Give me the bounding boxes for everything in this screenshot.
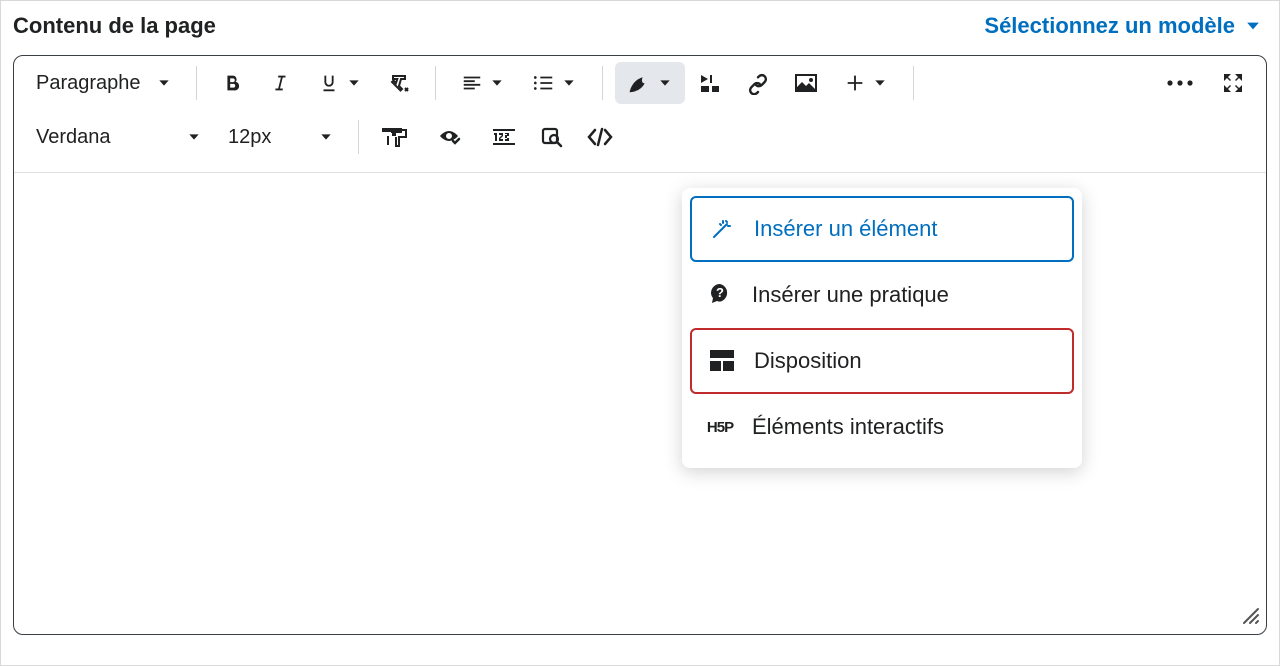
menu-insert-element[interactable]: Insérer un élément bbox=[690, 196, 1074, 262]
resize-icon bbox=[1240, 605, 1260, 625]
link-icon bbox=[746, 71, 770, 95]
clear-format-icon bbox=[388, 71, 412, 95]
separator bbox=[196, 66, 197, 100]
chevron-down-icon bbox=[872, 75, 888, 91]
paragraph-style-select[interactable]: Paragraphe bbox=[24, 62, 184, 104]
paragraph-style-value: Paragraphe bbox=[36, 72, 141, 95]
eye-check-icon bbox=[437, 125, 461, 149]
italic-icon bbox=[269, 72, 291, 94]
insert-content-dropdown: Insérer un élément ? Insérer une pratiqu… bbox=[682, 188, 1082, 468]
h5p-icon: H5P bbox=[706, 419, 734, 436]
menu-item-label: Disposition bbox=[754, 348, 862, 374]
clear-formatting-button[interactable] bbox=[377, 62, 423, 104]
menu-item-label: Insérer une pratique bbox=[752, 282, 949, 308]
chevron-down-icon bbox=[657, 75, 673, 91]
resize-handle[interactable] bbox=[1240, 605, 1260, 630]
insert-content-button[interactable] bbox=[615, 62, 685, 104]
code-icon bbox=[587, 127, 613, 147]
layout-icon bbox=[708, 350, 736, 372]
find-replace-icon bbox=[540, 125, 564, 149]
chevron-down-icon bbox=[561, 75, 577, 91]
chevron-down-icon bbox=[318, 129, 334, 145]
question-cloud-icon: ? bbox=[706, 282, 734, 308]
chevron-down-icon bbox=[1243, 16, 1263, 36]
font-size-select[interactable]: 12px bbox=[216, 116, 346, 158]
separator bbox=[358, 120, 359, 154]
separator bbox=[602, 66, 603, 100]
rich-text-editor: Paragraphe bbox=[13, 55, 1267, 635]
bold-button[interactable] bbox=[209, 62, 255, 104]
bullet-list-icon bbox=[533, 72, 555, 94]
wand-icon bbox=[708, 217, 736, 241]
select-template-link[interactable]: Sélectionnez un modèle bbox=[984, 13, 1263, 39]
find-replace-button[interactable] bbox=[529, 116, 575, 158]
image-button[interactable] bbox=[783, 62, 829, 104]
toolbar-row-1: Paragraphe bbox=[14, 56, 1266, 110]
word-count-button[interactable] bbox=[481, 116, 527, 158]
bold-icon bbox=[221, 72, 243, 94]
chevron-down-icon bbox=[489, 75, 505, 91]
fullscreen-button[interactable] bbox=[1210, 62, 1256, 104]
underline-icon bbox=[318, 72, 340, 94]
source-code-button[interactable] bbox=[577, 116, 623, 158]
plus-icon bbox=[844, 72, 866, 94]
underline-button[interactable] bbox=[305, 62, 375, 104]
accessibility-check-button[interactable] bbox=[419, 116, 479, 158]
menu-layout[interactable]: Disposition bbox=[690, 328, 1074, 394]
format-painter-icon bbox=[387, 125, 411, 149]
font-family-value: Verdana bbox=[36, 126, 111, 149]
select-template-label: Sélectionnez un modèle bbox=[984, 13, 1235, 39]
link-button[interactable] bbox=[735, 62, 781, 104]
image-icon bbox=[793, 72, 819, 94]
separator bbox=[435, 66, 436, 100]
page-title: Contenu de la page bbox=[13, 13, 216, 39]
menu-interactive-elements[interactable]: H5P Éléments interactifs bbox=[690, 394, 1074, 460]
more-actions-button[interactable] bbox=[1152, 62, 1208, 104]
align-left-icon bbox=[461, 72, 483, 94]
font-size-value: 12px bbox=[228, 126, 271, 149]
svg-text:?: ? bbox=[716, 285, 724, 300]
chevron-down-icon bbox=[346, 75, 362, 91]
menu-item-label: Insérer un élément bbox=[754, 216, 937, 242]
separator bbox=[913, 66, 914, 100]
fullscreen-icon bbox=[1221, 71, 1245, 95]
list-button[interactable] bbox=[520, 62, 590, 104]
quill-pen-icon bbox=[627, 71, 651, 95]
plus-more-button[interactable] bbox=[831, 62, 901, 104]
italic-button[interactable] bbox=[257, 62, 303, 104]
menu-item-label: Éléments interactifs bbox=[752, 414, 944, 440]
format-painter-button[interactable] bbox=[371, 116, 417, 158]
word-count-icon bbox=[491, 126, 517, 148]
ellipsis-icon bbox=[1166, 78, 1194, 88]
insert-stuff-icon bbox=[698, 71, 722, 95]
menu-insert-practice[interactable]: ? Insérer une pratique bbox=[690, 262, 1074, 328]
toolbar-row-2: Verdana 12px bbox=[14, 110, 1266, 173]
insert-stuff-button[interactable] bbox=[687, 62, 733, 104]
align-button[interactable] bbox=[448, 62, 518, 104]
chevron-down-icon bbox=[186, 129, 202, 145]
font-family-select[interactable]: Verdana bbox=[24, 116, 214, 158]
chevron-down-icon bbox=[156, 75, 172, 91]
